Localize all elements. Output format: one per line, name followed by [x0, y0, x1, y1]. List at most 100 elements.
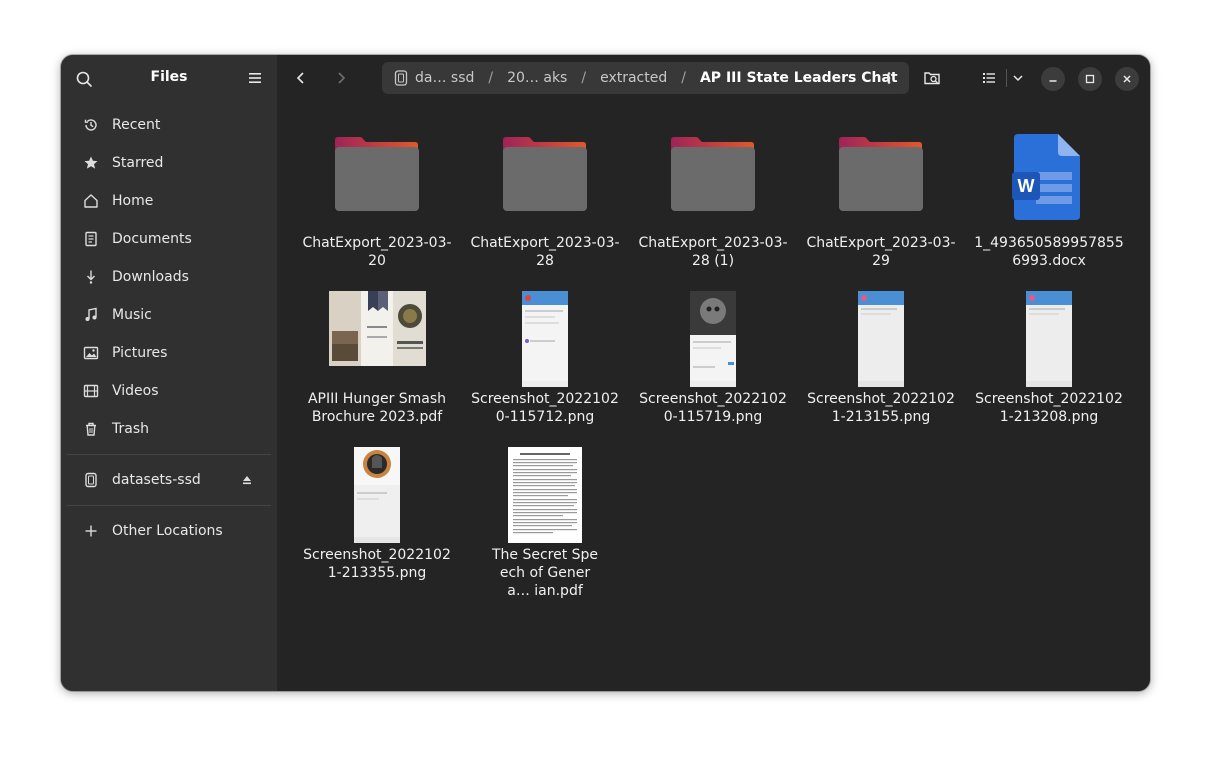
sidebar-item-label: Pictures — [112, 345, 168, 361]
sidebar-item-downloads[interactable]: Downloads — [67, 258, 271, 296]
kebab-menu-icon — [887, 72, 891, 84]
file-name: Screenshot_20221020-115712.png — [471, 391, 619, 425]
drive-icon — [394, 70, 408, 86]
file-item[interactable]: APIII Hunger Smash Brochure 2023.pdf — [302, 286, 452, 426]
sidebar-item-label: Starred — [112, 155, 164, 171]
star-icon — [80, 152, 102, 174]
sidebar-item-trash[interactable]: Trash — [67, 410, 271, 448]
drive-icon — [80, 469, 102, 491]
file-item[interactable]: W 1_4936505899578556993.docx — [974, 130, 1124, 270]
document-icon — [80, 228, 102, 250]
places-list: Recent Starred Home Documents Downloads … — [67, 106, 271, 550]
sidebar-item-other-locations[interactable]: Other Locations — [67, 512, 271, 550]
sidebar-item-home[interactable]: Home — [67, 182, 271, 220]
back-button[interactable] — [289, 66, 313, 90]
breadcrumb-separator: / — [581, 70, 587, 86]
file-item[interactable]: Screenshot_20221021-213208.png — [974, 286, 1124, 426]
sidebar-item-starred[interactable]: Starred — [67, 144, 271, 182]
hamburger-icon — [249, 73, 261, 83]
sidebar: Files Recent Starred Home Documents Down… — [61, 55, 277, 691]
sidebar-item-label: Trash — [112, 421, 149, 437]
file-item[interactable]: The Secret Speech of Genera… ian.pdf — [470, 442, 620, 600]
file-item[interactable]: Screenshot_20221020-115712.png — [470, 286, 620, 426]
maximize-button[interactable] — [1078, 67, 1102, 91]
folder-item[interactable]: ChatExport_2023-03-20 — [302, 130, 452, 270]
file-name: Screenshot_20221021-213208.png — [975, 391, 1123, 425]
file-name: Screenshot_20221021-213355.png — [303, 547, 451, 581]
sidebar-item-label: Downloads — [112, 269, 189, 285]
download-icon — [80, 266, 102, 288]
image-thumbnail — [470, 286, 620, 390]
breadcrumb-separator: / — [681, 70, 686, 86]
breadcrumb-current[interactable]: AP III State Leaders Chat — [700, 70, 898, 86]
file-name: APIII Hunger Smash Brochure 2023.pdf — [307, 391, 447, 425]
sidebar-item-label: Home — [112, 193, 154, 209]
folder-icon — [302, 130, 452, 234]
path-bar: da… ssd / 20… aks / extracted / AP III S… — [382, 62, 909, 94]
maximize-icon — [1085, 74, 1095, 84]
folder-item[interactable]: ChatExport_2023-03-28 (1) — [638, 130, 788, 270]
chevron-down-icon — [1013, 75, 1023, 82]
sidebar-header: Files — [61, 55, 277, 101]
sidebar-item-documents[interactable]: Documents — [67, 220, 271, 258]
file-name: Screenshot_20221020-115719.png — [639, 391, 787, 425]
file-name: The Secret Speech of Genera… ian.pdf — [491, 547, 599, 599]
folder-menu-button[interactable] — [879, 68, 899, 88]
sidebar-item-datasets-ssd[interactable]: datasets-ssd — [67, 461, 271, 499]
clock-icon — [80, 114, 102, 136]
folder-item[interactable]: ChatExport_2023-03-28 — [470, 130, 620, 270]
pdf-thumbnail — [470, 442, 620, 546]
sidebar-item-label: Other Locations — [112, 523, 223, 539]
file-name: ChatExport_2023-03-28 (1) — [638, 235, 788, 269]
sidebar-item-videos[interactable]: Videos — [67, 372, 271, 410]
minimize-button[interactable] — [1041, 67, 1065, 91]
image-thumbnail — [302, 442, 452, 546]
search-in-folder-button[interactable] — [920, 66, 944, 90]
view-mode-button[interactable] — [977, 66, 1001, 90]
file-name: ChatExport_2023-03-20 — [302, 235, 452, 269]
sidebar-item-label: Recent — [112, 117, 161, 133]
image-thumbnail — [806, 286, 956, 390]
sidebar-item-label: Music — [112, 307, 152, 323]
list-view-icon — [983, 73, 995, 83]
chevron-right-icon — [338, 72, 346, 84]
folder-icon — [638, 130, 788, 234]
header-bar: da… ssd / 20… aks / extracted / AP III S… — [277, 55, 1150, 101]
main-menu-button[interactable] — [245, 68, 265, 88]
file-name: Screenshot_20221021-213155.png — [807, 391, 955, 425]
forward-button[interactable] — [329, 66, 353, 90]
file-name: ChatExport_2023-03-28 — [470, 235, 620, 269]
sidebar-item-label: Videos — [112, 383, 159, 399]
close-button[interactable] — [1115, 67, 1139, 91]
sidebar-item-music[interactable]: Music — [67, 296, 271, 334]
sidebar-item-label: Documents — [112, 231, 192, 247]
breadcrumb-item[interactable]: da… ssd — [415, 70, 474, 86]
plus-icon — [80, 520, 102, 542]
file-item[interactable]: Screenshot_20221020-115719.png — [638, 286, 788, 426]
breadcrumb-item[interactable]: 20… aks — [507, 70, 567, 86]
file-item[interactable]: Screenshot_20221021-213155.png — [806, 286, 956, 426]
sidebar-separator — [67, 454, 271, 455]
folder-item[interactable]: ChatExport_2023-03-29 — [806, 130, 956, 270]
file-item[interactable]: Screenshot_20221021-213355.png — [302, 442, 452, 582]
image-thumbnail — [638, 286, 788, 390]
film-icon — [80, 380, 102, 402]
main-view: da… ssd / 20… aks / extracted / AP III S… — [277, 55, 1150, 691]
breadcrumb-separator: / — [488, 70, 494, 86]
eject-icon — [243, 476, 251, 485]
home-icon — [80, 190, 102, 212]
music-icon — [80, 304, 102, 326]
trash-icon — [80, 418, 102, 440]
chevron-left-icon — [296, 72, 304, 84]
folder-search-icon — [924, 72, 940, 85]
sidebar-separator — [67, 505, 271, 506]
close-icon — [1123, 75, 1131, 83]
pictures-icon — [80, 342, 102, 364]
sidebar-item-pictures[interactable]: Pictures — [67, 334, 271, 372]
pdf-thumbnail — [302, 286, 452, 390]
eject-button[interactable] — [241, 474, 253, 486]
breadcrumb-item[interactable]: extracted — [600, 70, 667, 86]
sidebar-item-recent[interactable]: Recent — [67, 106, 271, 144]
view-options-button[interactable] — [1006, 66, 1030, 90]
word-document-icon: W — [974, 130, 1124, 234]
